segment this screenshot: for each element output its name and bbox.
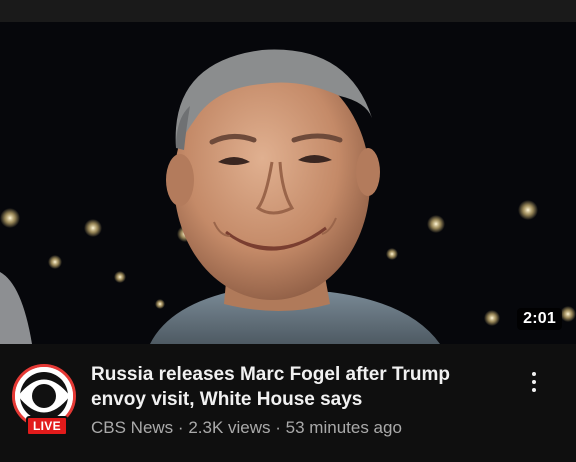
video-text: Russia releases Marc Fogel after Trump e… — [91, 362, 501, 438]
top-strip — [0, 0, 576, 22]
upload-age: 53 minutes ago — [285, 418, 402, 437]
video-feed-item: 2:01 LIVE Russia releases Marc Fogel aft… — [0, 0, 576, 462]
video-metadata: CBS News · 2.3K views · 53 minutes ago — [91, 418, 501, 438]
more-vertical-icon — [532, 372, 536, 376]
channel-avatar[interactable]: LIVE — [10, 362, 80, 436]
video-thumbnail[interactable]: 2:01 — [0, 22, 576, 344]
more-options-button[interactable] — [522, 366, 546, 398]
more-vertical-icon-dot — [532, 380, 536, 384]
video-title[interactable]: Russia releases Marc Fogel after Trump e… — [91, 362, 501, 412]
live-badge: LIVE — [26, 416, 68, 436]
video-duration: 2:01 — [517, 308, 562, 330]
channel-name[interactable]: CBS News — [91, 418, 173, 437]
more-vertical-icon-dot — [532, 388, 536, 392]
meta-separator: · — [275, 418, 281, 437]
video-details: LIVE Russia releases Marc Fogel after Tr… — [0, 344, 576, 462]
meta-separator: · — [177, 418, 184, 437]
thumbnail-image — [0, 22, 576, 344]
view-count: 2.3K views — [188, 418, 271, 437]
